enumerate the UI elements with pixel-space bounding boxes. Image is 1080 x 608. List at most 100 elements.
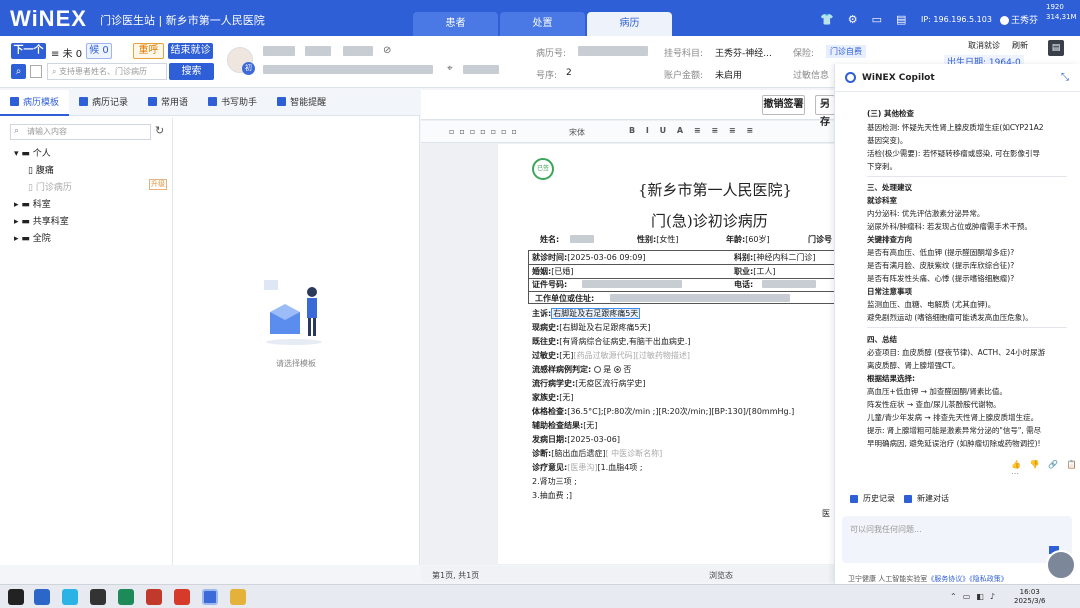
- tree-node-outpatient-record[interactable]: ▯ 门诊病历: [14, 180, 72, 197]
- account-value: 未启用: [715, 71, 743, 81]
- user-avatar-icon: [1000, 16, 1009, 25]
- revoke-sign-button[interactable]: 撤销签署: [762, 95, 805, 115]
- privacy-policy-link[interactable]: 《隐私政策》: [969, 575, 1008, 583]
- search-icon[interactable]: ⌕: [11, 64, 26, 79]
- end-visit-button[interactable]: 结束就诊: [168, 43, 213, 59]
- app-icon[interactable]: [174, 589, 190, 605]
- folder-icon: ▬: [21, 149, 33, 159]
- gear-icon[interactable]: ⚙: [848, 13, 858, 26]
- winex-taskbar-icon[interactable]: [202, 589, 218, 605]
- app-icon[interactable]: [146, 589, 162, 605]
- refresh-link[interactable]: 刷新: [1012, 40, 1028, 51]
- chart-icon[interactable]: ▤: [896, 13, 906, 26]
- panel-divider: [172, 118, 173, 565]
- tab-writing-assistant[interactable]: 书写助手: [198, 90, 267, 116]
- patient-search-input[interactable]: ⌕ 支持患者姓名、门诊病历: [47, 63, 167, 80]
- copilot-line: 泌尿外科/肿瘤科: 若发现占位或肿瘤需手术干预。: [867, 222, 1032, 231]
- not-seen-count: ≡ 未 0: [51, 49, 83, 60]
- document-editor: 撤销签署 ▫▫▫▫▫▫▫ 宋体 B I U A ≡ ≡ ≡ ≡ 已签 {新乡市第…: [421, 90, 836, 582]
- browser-icon[interactable]: [62, 589, 78, 605]
- save-as-button[interactable]: 另存: [815, 95, 835, 128]
- tab-smart-reminder[interactable]: 智能提醒: [267, 90, 336, 116]
- tab-record-template[interactable]: 病历模板: [0, 90, 70, 116]
- top-icons: 👕 ⚙ ▭ ▤: [820, 13, 906, 26]
- empty-hint: 请选择模板: [276, 359, 316, 368]
- seq-label: 号序:: [536, 71, 558, 81]
- app-icon[interactable]: [90, 589, 106, 605]
- message-icon[interactable]: ▭: [872, 13, 882, 26]
- gender-field: 性别:[女性]: [637, 235, 679, 244]
- location-icon: ⌖: [447, 63, 453, 74]
- folder-icon: ▬: [21, 234, 33, 244]
- feedback-icons[interactable]: 👍 👎 🔗 📋 ⋯: [1011, 460, 1080, 478]
- tree-node-department[interactable]: ▸ ▬ 科室: [14, 197, 72, 214]
- flu-yes-radio[interactable]: [593, 366, 601, 373]
- tab-record-history[interactable]: 病历记录: [69, 90, 138, 116]
- editor-tool-icons[interactable]: ▫▫▫▫▫▫▫: [449, 127, 522, 136]
- present-illness-field[interactable]: 现病史:[右脚趾及右足跟疼痛5天]: [532, 322, 651, 333]
- search-button[interactable]: 搜索: [169, 63, 214, 80]
- epidemiology-field[interactable]: 流行病学史:[无疫区流行病学史]: [532, 378, 645, 389]
- hospital-name: {新乡市第一人民医院}: [638, 181, 793, 199]
- view-mode: 浏览态: [709, 571, 733, 580]
- history-button[interactable]: 历史记录: [847, 491, 899, 507]
- service-agreement-link[interactable]: 《服务协议》: [927, 575, 969, 583]
- floating-assistant-avatar[interactable]: [1046, 550, 1076, 580]
- start-icon[interactable]: [8, 589, 24, 605]
- family-history-field[interactable]: 家族史:[无]: [532, 392, 573, 403]
- phone-redacted: [762, 280, 816, 288]
- refresh-icon[interactable]: ↻: [155, 124, 164, 137]
- tree-node-hospital[interactable]: ▸ ▬ 全院: [14, 231, 72, 248]
- format-toolbar: ▫▫▫▫▫▫▫ 宋体 B I U A ≡ ≡ ≡ ≡: [421, 121, 836, 143]
- complaint-field[interactable]: 主诉: 右脚趾及右足跟疼痛5天: [532, 308, 641, 319]
- current-user[interactable]: 王秀芬: [1000, 13, 1038, 26]
- font-select[interactable]: 宋体: [569, 127, 585, 138]
- tree-node-personal[interactable]: ▾ ▬ 个人: [14, 146, 72, 163]
- job-field: 职业:[工人]: [734, 267, 776, 276]
- copilot-panel: WiNEX Copilot ⤡ (三) 其他检查 基因检测: 怀疑先天性肾上腺皮…: [834, 64, 1080, 584]
- system-tray-icons[interactable]: ⌃▭◧♪: [950, 592, 1001, 601]
- onset-date-field[interactable]: 发病日期:[2025-03-06]: [532, 434, 620, 445]
- aux-exam-field[interactable]: 辅助检查结果:[无]: [532, 420, 597, 431]
- tab-common-phrases[interactable]: 常用语: [138, 90, 198, 116]
- waiting-count-button[interactable]: 候 0: [86, 43, 112, 59]
- tab-treatment[interactable]: 处置: [500, 12, 585, 36]
- tree-node-abdominal-pain[interactable]: ▯ 腹痛: [14, 163, 72, 180]
- collapse-icon[interactable]: ⤡: [1061, 72, 1069, 83]
- copilot-line: 避免剧烈运动 (嗜铬细胞瘤可能诱发高血压危象)。: [867, 313, 1033, 322]
- card-icon[interactable]: [30, 65, 42, 78]
- copilot-input[interactable]: 可以问我任何问题...: [842, 516, 1072, 563]
- insurance-value: 门诊自费: [826, 45, 866, 58]
- next-patient-button[interactable]: 下一个: [11, 43, 46, 59]
- cancel-visit-link[interactable]: 取消就诊: [968, 40, 1000, 51]
- flu-no-radio[interactable]: [613, 366, 621, 373]
- template-search-input[interactable]: 请输入内容: [10, 124, 151, 140]
- tab-record[interactable]: 病历: [587, 12, 672, 36]
- shirt-icon[interactable]: 👕: [820, 13, 834, 26]
- work-field: 工作单位或住址:: [535, 294, 595, 303]
- new-chat-button[interactable]: 新建对话: [901, 491, 953, 507]
- tab-patient[interactable]: 患者: [413, 12, 498, 36]
- copilot-line: 是否有满月脸、皮肤紫纹 (提示库欣综合征)?: [867, 261, 1015, 270]
- tree-node-shared[interactable]: ▸ ▬ 共享科室: [14, 214, 72, 231]
- app-icon[interactable]: [118, 589, 134, 605]
- flu-judgement-field[interactable]: 流感样病例判定: 是 否: [532, 364, 631, 375]
- document-icon[interactable]: ▤: [1048, 40, 1064, 56]
- allergy-field[interactable]: 过敏史:[无][药品过敏源代码][过敏药物描述]: [532, 350, 690, 361]
- patient-name-redacted: [263, 46, 295, 56]
- advice-field[interactable]: 诊疗意见:[医患沟][1.血脂4项 ;: [532, 462, 643, 473]
- template-tree: ▾ ▬ 个人 ▯ 腹痛 ▯ 门诊病历 ▸ ▬ 科室 ▸ ▬ 共享科室 ▸ ▬ 全…: [14, 146, 72, 248]
- physical-exam-field[interactable]: 体格检查:[36.5°C];[P:80次/min ;][R:20次/min;][…: [532, 406, 794, 417]
- copilot-line: 阵发性症状 → 查血/尿儿茶酚胺代谢物。: [867, 400, 1001, 409]
- bell-icon: [277, 97, 287, 106]
- past-history-field[interactable]: 既往史:[有肾病综合征病史,有脑干出血病史.]: [532, 336, 691, 347]
- folder-icon[interactable]: [230, 589, 246, 605]
- app-icon[interactable]: [34, 589, 50, 605]
- recall-button[interactable]: 重呼: [133, 43, 164, 59]
- diagnosis-field[interactable]: 诊断:[脑出血后遗症][ 中医诊断名称]: [532, 448, 662, 459]
- format-icons[interactable]: B I U A ≡ ≡ ≡ ≡: [629, 126, 757, 135]
- eye-hidden-icon[interactable]: ⊘: [383, 45, 391, 56]
- new-chat-icon: [904, 495, 912, 503]
- empty-box-illustration: [264, 280, 322, 345]
- copilot-subheading: 根据结果选择:: [867, 374, 915, 383]
